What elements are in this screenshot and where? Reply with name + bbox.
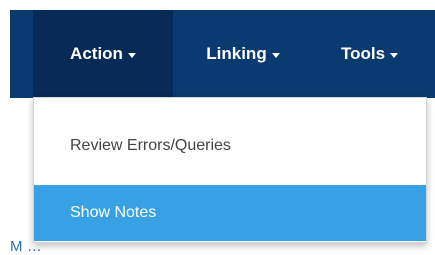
nav-linking-menu[interactable]: Linking xyxy=(173,10,313,98)
nav-tools-label: Tools xyxy=(341,44,386,63)
menu-item-show-notes[interactable]: Show Notes xyxy=(34,185,426,241)
caret-down-icon xyxy=(390,52,399,58)
caret-down-icon xyxy=(127,52,136,58)
nav-action-label: Action xyxy=(70,44,123,63)
nav-action-menu[interactable]: Action xyxy=(33,10,173,98)
top-navbar: Action Linking Tools xyxy=(10,10,435,98)
action-dropdown-menu: Review Errors/Queries Show Notes xyxy=(33,97,427,243)
nav-tools-menu[interactable]: Tools xyxy=(313,10,435,98)
caret-down-icon xyxy=(271,52,280,58)
menu-item-review-errors-queries[interactable]: Review Errors/Queries xyxy=(34,118,426,174)
nav-linking-label: Linking xyxy=(206,44,267,63)
menu-item-label: Review Errors/Queries xyxy=(70,137,231,154)
menu-item-label: Show Notes xyxy=(70,204,157,221)
